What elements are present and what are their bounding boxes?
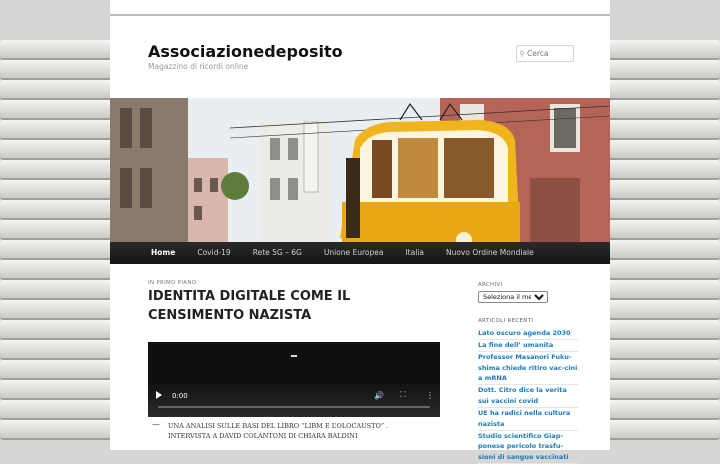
site-title[interactable]: Associazionedeposito (148, 42, 343, 61)
nav-item-italia[interactable]: Italia (394, 242, 435, 264)
nav-item-home[interactable]: Home (140, 242, 186, 264)
recent-post-link[interactable]: La fine dell’ umanita (478, 340, 578, 353)
volume-icon[interactable]: 🔊 (374, 391, 384, 400)
nav-item-5g[interactable]: Rete 5G – 6G (242, 242, 313, 264)
site-description: Magazzino di ricordi online (148, 62, 249, 71)
archive-widget-title: ARCHIVI (478, 282, 503, 288)
recent-posts-list: Lato oscuro agenda 2030 La fine dell’ um… (478, 328, 578, 464)
search-input[interactable] (527, 49, 567, 58)
caption-dash: — (152, 420, 160, 429)
nav-item-nuovo-ordine[interactable]: Nuovo Ordine Mondiale (435, 242, 545, 264)
recent-post-link[interactable]: Professor Masanori Fuku-shima chiede rit… (478, 352, 578, 386)
archive-dropdown[interactable]: Seleziona il mese (478, 291, 548, 303)
search-box[interactable]: ⚲ (516, 45, 574, 62)
top-divider (110, 14, 610, 16)
recent-post-link[interactable]: Lato oscuro agenda 2030 (478, 328, 578, 341)
recent-post-link[interactable]: Dott. Citro dice la verita sui vaccini c… (478, 385, 578, 409)
featured-kicker: IN PRIMO PIANO (148, 280, 197, 286)
post-title[interactable]: IDENTITA DIGITALE COME IL CENSIMENTO NAZ… (148, 287, 378, 325)
page-container: Associazionedeposito Magazzino di ricord… (110, 0, 610, 464)
main-navigation: Home Covid-19 Rete 5G – 6G Unione Europe… (110, 242, 610, 264)
recent-post-link[interactable]: UE ha radici nella cultura nazista (478, 408, 578, 431)
video-caption: UNA ANALISI SULLE BASI DEL LIBRO “LIBM E… (168, 422, 389, 440)
more-options-icon[interactable]: ⋮ (426, 391, 434, 400)
video-player[interactable]: 0:00 🔊 ⛶ ⋮ (148, 342, 440, 417)
video-time: 0:00 (172, 392, 188, 400)
nav-item-covid[interactable]: Covid-19 (186, 242, 241, 264)
video-progress-bar[interactable] (158, 406, 430, 408)
fullscreen-icon[interactable]: ⛶ (400, 390, 406, 400)
nav-item-unione-europea[interactable]: Unione Europea (313, 242, 395, 264)
recent-posts-title: ARTICOLI RECENTI (478, 318, 534, 324)
recent-post-link[interactable]: Studio scientifico Giap-ponese pericolo … (478, 431, 578, 464)
play-icon[interactable] (156, 391, 162, 399)
video-loading-indicator (291, 355, 297, 357)
video-controls (148, 381, 440, 417)
search-icon: ⚲ (519, 49, 525, 58)
header-image (110, 98, 610, 242)
